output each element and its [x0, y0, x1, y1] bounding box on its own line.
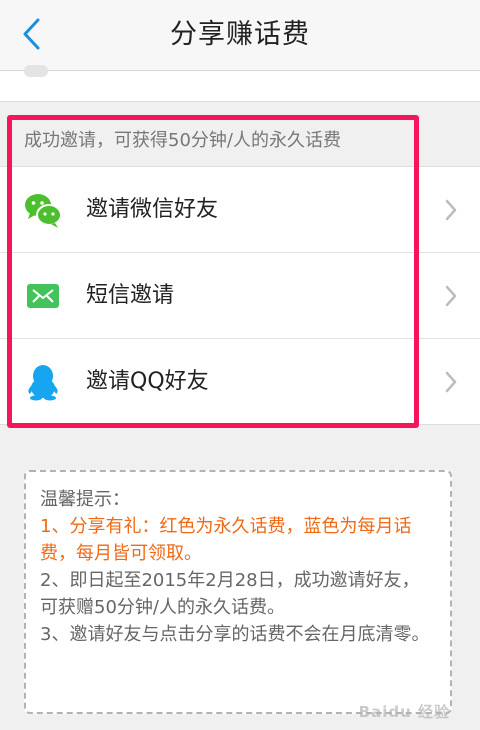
invite-wechat-label: 邀请微信好友 [86, 197, 219, 222]
wechat-icon [25, 194, 62, 228]
watermark: Baidu 经验 [358, 703, 450, 721]
tips-box: 温馨提示： 1、分享有礼：红色为永久话费，蓝色为每月话费，每月皆可领取。 2、即… [24, 470, 452, 714]
tips-title: 温馨提示： [40, 489, 130, 510]
sms-icon [27, 284, 59, 308]
app-header: 分享赚话费 [0, 0, 480, 71]
invite-wechat-item[interactable]: 邀请微信好友 [0, 167, 480, 253]
invite-note: 成功邀请，可获得50分钟/人的永久话费 [0, 118, 480, 166]
partial-element [24, 65, 48, 77]
invite-qq-label: 邀请QQ好友 [86, 369, 209, 394]
tips-line-3: 3、邀请好友与点击分享的话费不会在月底清零。 [40, 624, 430, 645]
invite-qq-item[interactable]: 邀请QQ好友 [0, 339, 480, 424]
tips-line-2: 2、即日起至2015年2月28日，成功邀请好友，可获赠50分钟/人的永久话费。 [40, 570, 420, 618]
invite-list: 邀请微信好友 短信邀请 邀请QQ好友 [0, 166, 480, 425]
invite-sms-item[interactable]: 短信邀请 [0, 253, 480, 339]
page-title: 分享赚话费 [170, 19, 310, 50]
chevron-right-icon [445, 199, 457, 221]
invite-section: 成功邀请，可获得50分钟/人的永久话费 邀请微信好友 短信邀请 邀请QQ好友 [0, 118, 480, 425]
invite-sms-label: 短信邀请 [86, 283, 175, 308]
tips-line-1: 1、分享有礼：红色为永久话费，蓝色为每月话费，每月皆可领取。 [40, 516, 412, 564]
chevron-right-icon [445, 285, 457, 307]
chevron-right-icon [445, 371, 457, 393]
top-partial-row [0, 65, 480, 102]
qq-icon [28, 365, 58, 401]
